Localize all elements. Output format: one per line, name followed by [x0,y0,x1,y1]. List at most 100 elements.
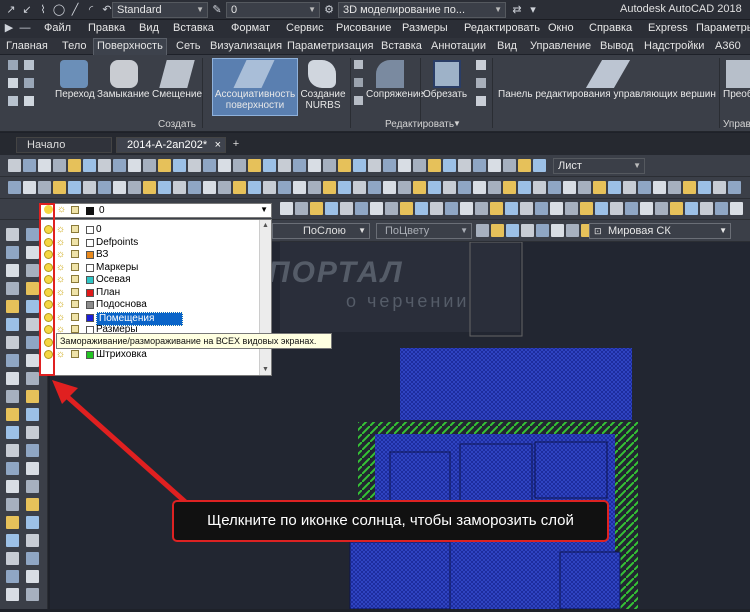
menu-express[interactable]: Express [648,22,688,34]
toolbar-tool-icon[interactable] [473,159,486,172]
toolbar-tool-icon[interactable] [353,159,366,172]
cv-add-icon[interactable] [476,60,486,70]
toolbar-tool-icon[interactable] [158,181,171,194]
draw-tool-icon[interactable] [6,246,19,259]
toolbar-tool-icon[interactable] [506,224,519,237]
untrim-icon[interactable] [354,96,363,105]
toolbar-tool-icon[interactable] [248,181,261,194]
sun-icon[interactable]: ☼ [56,237,65,249]
layer-row[interactable]: ☼ Штриховка [41,349,271,362]
extend-icon[interactable] [354,60,363,69]
draw-tool-icon[interactable] [6,372,19,385]
layer-row[interactable]: ☼ План [41,287,271,300]
ucs-combo[interactable]: ⊡ Мировая СК ▼ [589,223,731,239]
nurbs-label-1[interactable]: Создание [298,89,348,100]
toolbar-tool-icon[interactable] [8,181,21,194]
panel-title-edit[interactable]: Редактировать [385,119,454,130]
toolbar-tool-icon[interactable] [203,181,216,194]
scrollbar[interactable]: ▲ ▼ [259,220,271,375]
toolbar-tool-icon[interactable] [23,159,36,172]
toolbar-tool-icon[interactable] [295,202,308,215]
toolbar-tool-icon[interactable] [383,159,396,172]
toolbar-tool-icon[interactable] [398,159,411,172]
cv-rebuild-icon[interactable] [476,96,486,106]
toolbar-tool-icon[interactable] [98,181,111,194]
toolbar-tool-icon[interactable] [428,159,441,172]
toolbar-tool-icon[interactable] [490,202,503,215]
toolbar-tool-icon[interactable] [278,181,291,194]
toolbar-tool-icon[interactable] [263,181,276,194]
lock-icon[interactable] [71,275,79,283]
menu-view[interactable]: Вид [139,22,159,34]
toolbar-tool-icon[interactable] [608,181,621,194]
layer-row[interactable]: ☼ ВЗ [41,249,271,262]
blend-button-label[interactable]: Переход [55,89,95,100]
toolbar-tool-icon[interactable] [655,202,668,215]
toolbar-tool-icon[interactable] [668,181,681,194]
sun-icon[interactable]: ☼ [56,287,65,299]
sweep-icon[interactable] [24,96,34,106]
toolbar-tool-icon[interactable] [173,181,186,194]
toolbar-tool-icon[interactable] [68,181,81,194]
toolbar-tool-icon[interactable] [263,159,276,172]
toolbar-tool-icon[interactable] [398,181,411,194]
draw-tool-icon[interactable] [6,390,19,403]
tab-view[interactable]: Вид [497,40,517,52]
toolbar-tool-icon[interactable] [625,202,638,215]
offset-button-label[interactable]: Смещение [152,89,202,100]
lock-icon[interactable] [71,312,79,321]
toolbar-tool-icon[interactable] [353,181,366,194]
color-combo[interactable]: ПоЦвету ▼ [376,223,472,239]
convert-label[interactable]: Преоб [723,89,750,100]
gear-icon[interactable]: ⚙ [322,3,336,17]
toolbar-tool-icon[interactable] [158,159,171,172]
extrude-icon[interactable] [8,78,18,88]
draw-tool-icon[interactable] [6,408,19,421]
draw-tool-icon[interactable] [6,462,19,475]
toolbar-tool-icon[interactable] [580,202,593,215]
draw-tool-icon[interactable] [6,228,19,241]
draw-tool-icon[interactable] [26,300,39,313]
toolbar-tool-icon[interactable] [98,159,111,172]
tab-mesh[interactable]: Сеть [176,40,200,52]
doc-tab-start[interactable]: Начало [16,137,112,153]
tab-a360[interactable]: A360 [715,40,741,52]
dash-icon[interactable]: — [18,21,32,35]
new-file-icon[interactable]: ↗ [4,3,18,17]
fillet-button-label[interactable]: Сопряжение [366,89,424,100]
toolbar-tool-icon[interactable] [698,181,711,194]
linetype-combo[interactable]: ПоСлою ▼ [272,223,370,239]
toolbar-tool-icon[interactable] [293,181,306,194]
toolbar-tool-icon[interactable] [565,202,578,215]
draw-tool-icon[interactable] [6,480,19,493]
toolbar-tool-icon[interactable] [188,159,201,172]
panel-title-manage[interactable]: Управ [723,119,750,130]
draw-tool-icon[interactable] [26,588,39,601]
menu-insert[interactable]: Вставка [173,22,214,34]
sun-icon[interactable]: ☼ [56,249,65,261]
toolbar-tool-icon[interactable] [488,181,501,194]
toolbar-tool-icon[interactable] [68,159,81,172]
toolbar-tool-icon[interactable] [521,224,534,237]
tab-insert[interactable]: Вставка [381,40,422,52]
draw-tool-icon[interactable] [6,318,19,331]
draw-tool-icon[interactable] [26,372,39,385]
layer-tool-icon[interactable]: ✎ [210,3,224,17]
add-tab-icon[interactable]: + [228,138,244,152]
menu-parameters[interactable]: Параметры [696,22,750,34]
patch-button-label[interactable]: Замыкание [97,89,150,100]
nurbs-icon[interactable] [308,60,336,88]
trim-button-label[interactable]: Обрезать [423,89,467,100]
toolbar-tool-icon[interactable] [443,181,456,194]
draw-tool-icon[interactable] [26,570,39,583]
toolbar-tool-icon[interactable] [623,181,636,194]
draw-tool-icon[interactable] [6,282,19,295]
lock-icon[interactable] [71,250,79,258]
toolbar-tool-icon[interactable] [551,224,564,237]
lock-icon[interactable] [71,325,79,333]
layer-row[interactable]: ☼ Осевая [41,274,271,287]
draw-tool-icon[interactable] [26,246,39,259]
open-icon[interactable]: ↙ [20,3,34,17]
toolbar-tool-icon[interactable] [218,181,231,194]
toolbar-tool-icon[interactable] [203,159,216,172]
